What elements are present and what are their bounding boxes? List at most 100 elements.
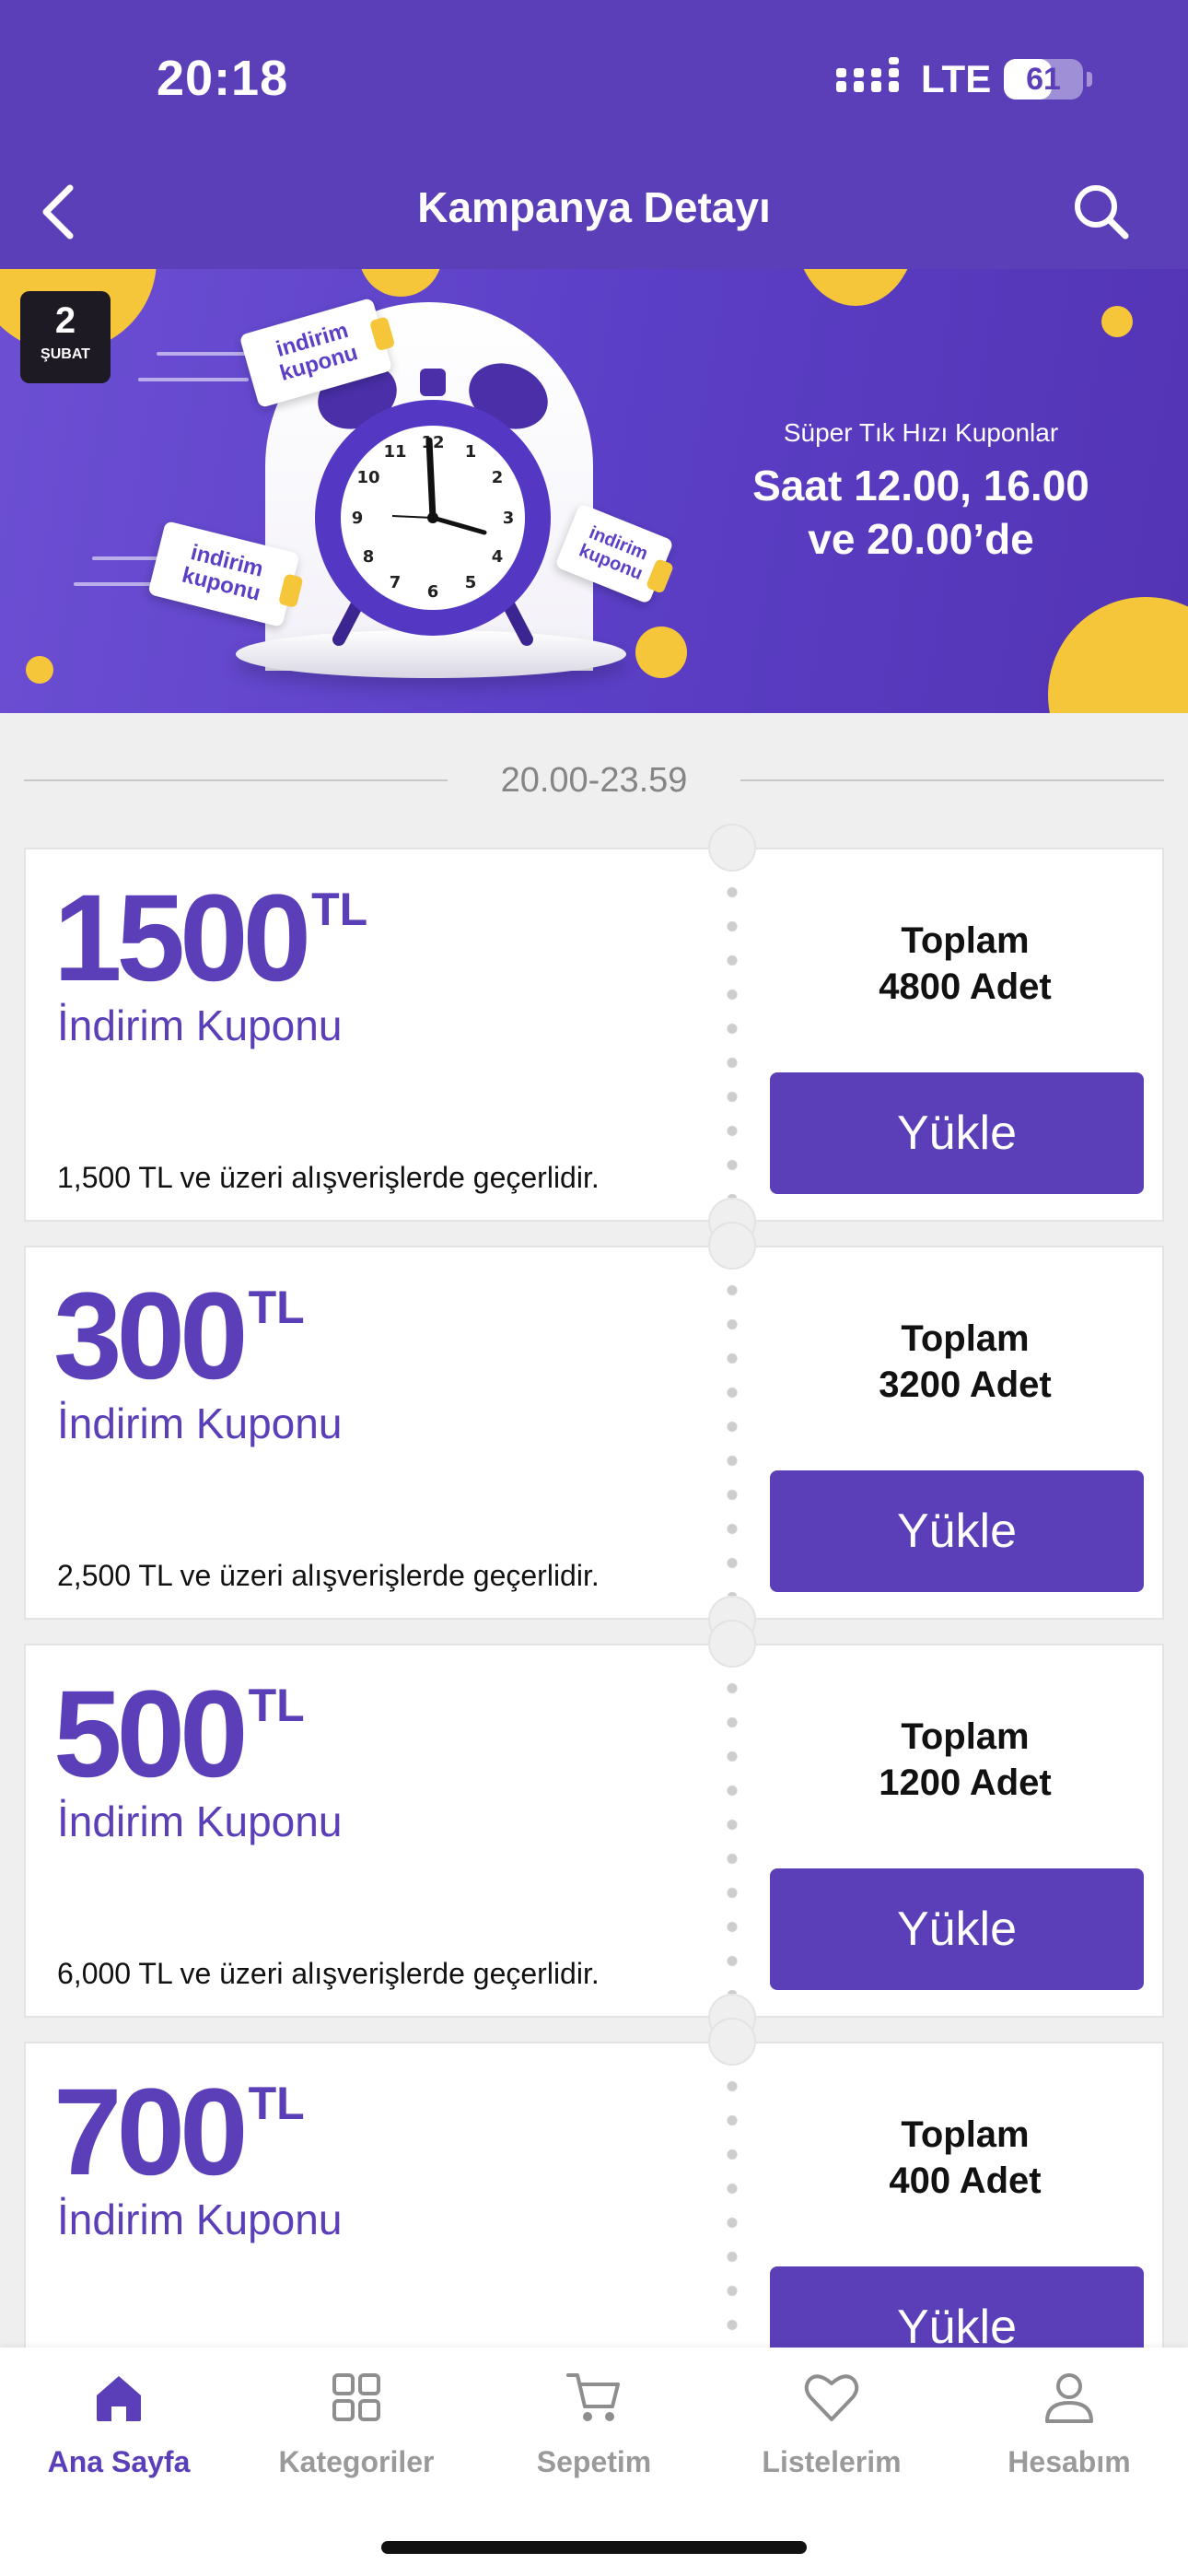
- ticket-notch: [708, 824, 756, 872]
- coupon-amount: 700 TL: [53, 2071, 305, 2195]
- perforation: [726, 875, 739, 1198]
- coupon-stock: Toplam 3200 Adet: [763, 1316, 1168, 1408]
- home-icon: [97, 2376, 141, 2421]
- coupon-currency: TL: [248, 1282, 305, 1333]
- coupon-currency: TL: [311, 884, 368, 935]
- svg-text:1: 1: [465, 442, 477, 462]
- banner-headline: Saat 12.00, 16.00 ve 20.00’de: [718, 459, 1124, 566]
- coupon-amount: 500 TL: [53, 1673, 305, 1797]
- coupon-currency: TL: [248, 1680, 305, 1731]
- stock-count: 4800 Adet: [879, 966, 1052, 1007]
- campaign-banner[interactable]: 2 ŞUBAT 12 1 2 3 4 5 6 7 8 9 10 11 indir…: [0, 269, 1188, 713]
- status-bar: 20:18 LTE 61: [0, 0, 1188, 166]
- coupon-amount-value: 500: [53, 1666, 249, 1803]
- tab-label: Sepetim: [536, 2445, 652, 2478]
- coupon-amount-value: 1500: [53, 870, 311, 1007]
- coupon-amount-value: 700: [53, 2064, 249, 2201]
- ticket-notch: [708, 1620, 756, 1668]
- battery-icon: 61: [1004, 59, 1083, 100]
- home-indicator: [381, 2541, 807, 2554]
- ticket-notch: [708, 2018, 756, 2066]
- page-title: Kampanya Detayı: [417, 183, 771, 231]
- coupon-card: 500 TL İndirim Kuponu 6,000 TL ve üzeri a…: [24, 1620, 1164, 2042]
- banner-headline-line2: ve 20.00’de: [808, 515, 1034, 563]
- svg-text:11: 11: [383, 442, 406, 462]
- coupon-condition: 6,000 TL ve üzeri alışverişlerde geçerli…: [57, 1957, 600, 1990]
- coupon-card: 300 TL İndirim Kuponu 2,500 TL ve üzeri a…: [24, 1222, 1164, 1644]
- perforation: [726, 1273, 739, 1596]
- banner-decor-circle: [1101, 306, 1133, 337]
- banner-decor-circle: [635, 626, 687, 678]
- tab-label: Ana Sayfa: [47, 2445, 191, 2478]
- coupon-condition: 1,500 TL ve üzeri alışverişlerde geçerli…: [57, 1161, 600, 1194]
- time-slot-divider: 20.00-23.59: [0, 748, 1188, 813]
- date-month: ŞUBAT: [41, 346, 90, 362]
- svg-text:4: 4: [492, 547, 504, 567]
- stock-title: Toplam: [901, 1716, 1030, 1757]
- tab-home[interactable]: Ana Sayfa: [0, 2368, 238, 2497]
- stock-title: Toplam: [901, 920, 1030, 961]
- tab-categories[interactable]: Kategoriler: [238, 2368, 475, 2497]
- speed-line: [157, 352, 249, 356]
- bottom-tab-bar: Ana Sayfa Kategoriler Sepetim Listelerim…: [0, 2348, 1188, 2576]
- heart-icon: [804, 2374, 859, 2421]
- banner-decor-circle: [796, 269, 915, 306]
- coupon-label: İndirim Kuponu: [57, 1001, 343, 1049]
- stock-title: Toplam: [901, 1318, 1030, 1359]
- speed-line: [92, 556, 166, 560]
- date-badge: 2 ŞUBAT: [20, 291, 111, 383]
- load-coupon-button[interactable]: Yükle: [770, 1868, 1144, 1990]
- svg-text:6: 6: [427, 582, 439, 602]
- banner-headline-line1: Saat 12.00, 16.00: [752, 462, 1089, 509]
- date-day: 2: [54, 300, 76, 341]
- search-icon: [1075, 185, 1129, 240]
- alarm-clock-icon: 12 1 2 3 4 5 6 7 8 9 10 11: [315, 363, 551, 646]
- banner-subtitle: Süper Tık Hızı Kuponlar: [783, 418, 1059, 447]
- ticket-notch: [708, 1222, 756, 1270]
- coupon-stock: Toplam 1200 Adet: [763, 1714, 1168, 1806]
- coupon-stock: Toplam 4800 Adet: [763, 918, 1168, 1010]
- load-coupon-button[interactable]: Yükle: [770, 1470, 1144, 1592]
- coupon-label: İndirim Kuponu: [57, 1797, 343, 1845]
- stock-title: Toplam: [901, 2114, 1030, 2155]
- top-bar: 20:18 LTE 61 Kampanya Detayı: [0, 0, 1188, 269]
- coupon-label: İndirim Kuponu: [57, 2195, 343, 2243]
- battery-tip: [1087, 72, 1092, 87]
- perforation: [726, 1671, 739, 1994]
- tab-account[interactable]: Hesabım: [950, 2368, 1188, 2497]
- signal-icon: [836, 57, 899, 92]
- coupon-card: 1500 TL İndirim Kuponu 1,500 TL ve üzeri …: [24, 824, 1164, 1246]
- banner-decor-circle: [26, 656, 53, 684]
- banner-decor-circle: [1048, 597, 1188, 713]
- tab-label: Hesabım: [1007, 2445, 1131, 2478]
- tab-cart[interactable]: Sepetim: [475, 2368, 713, 2497]
- search-button[interactable]: [1065, 175, 1138, 245]
- svg-text:2: 2: [492, 468, 504, 487]
- stock-count: 400 Adet: [889, 2160, 1042, 2201]
- svg-text:5: 5: [465, 573, 477, 592]
- load-coupon-button[interactable]: Yükle: [770, 1072, 1144, 1194]
- banner-decor-circle: [359, 269, 442, 297]
- tab-label: Listelerim: [762, 2445, 902, 2478]
- svg-text:9: 9: [352, 509, 364, 528]
- coupon-label: İndirim Kuponu: [57, 1399, 343, 1447]
- battery-percent: 61: [1026, 62, 1061, 97]
- tab-label: Kategoriler: [278, 2445, 435, 2478]
- perforation: [726, 2069, 739, 2392]
- stock-count: 1200 Adet: [879, 1762, 1052, 1803]
- svg-text:7: 7: [390, 573, 402, 592]
- coupon-amount: 1500 TL: [53, 877, 367, 1001]
- cart-icon: [566, 2373, 620, 2421]
- speed-line: [138, 378, 249, 381]
- coupon-amount: 300 TL: [53, 1275, 305, 1399]
- status-time: 20:18: [157, 51, 289, 106]
- svg-text:12: 12: [421, 433, 444, 452]
- divider-line: [740, 779, 1164, 781]
- coupon-stock: Toplam 400 Adet: [763, 2112, 1168, 2204]
- svg-text:3: 3: [503, 509, 515, 528]
- network-type: LTE: [921, 57, 992, 100]
- coupon-condition: 2,500 TL ve üzeri alışverişlerde geçerli…: [57, 1559, 600, 1592]
- user-icon: [1045, 2373, 1093, 2423]
- stock-count: 3200 Adet: [879, 1364, 1052, 1405]
- tab-lists[interactable]: Listelerim: [713, 2368, 950, 2497]
